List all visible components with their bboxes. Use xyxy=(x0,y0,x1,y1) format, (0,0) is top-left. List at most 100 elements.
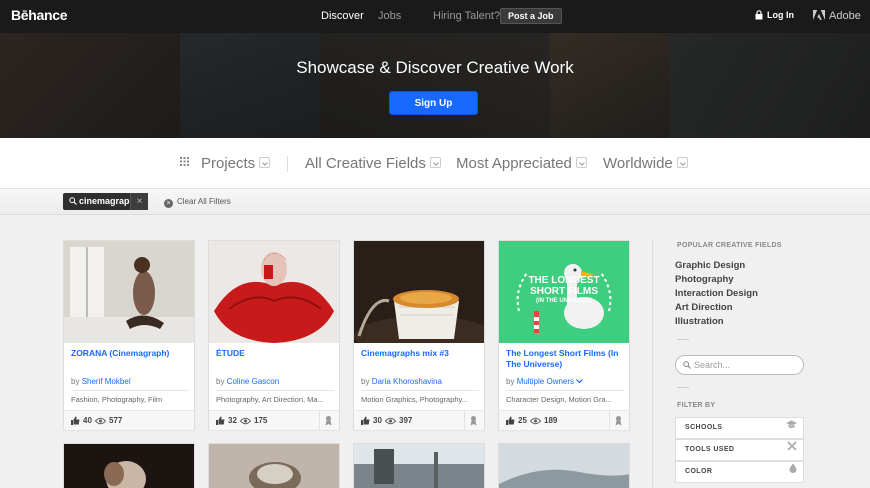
hero-banner: Showcase & Discover Creative Work Sign U… xyxy=(0,33,870,138)
signup-button[interactable]: Sign Up xyxy=(389,91,478,115)
adobe-logo-icon xyxy=(813,10,825,20)
chevron-down-icon xyxy=(576,379,584,384)
likes-count: 30 xyxy=(373,416,382,425)
views-count: 175 xyxy=(254,416,268,425)
project-stats: 25 189 xyxy=(499,410,629,430)
project-thumbnail[interactable] xyxy=(209,241,339,343)
remove-filter-button[interactable]: × xyxy=(130,193,148,210)
views-count: 397 xyxy=(399,416,413,425)
featured-badge-icon xyxy=(319,411,339,430)
project-thumbnail[interactable] xyxy=(498,443,630,488)
multiple-owners-dropdown[interactable]: Multiple Owners xyxy=(517,377,584,386)
thumb-text-line: THE LONGEST xyxy=(528,275,600,286)
graduation-cap-icon xyxy=(786,418,797,438)
likes-count: 32 xyxy=(228,416,237,425)
project-owner: by Multiple Owners xyxy=(506,377,584,386)
views-count: 577 xyxy=(109,416,123,425)
search-icon xyxy=(69,197,77,205)
project-thumbnail[interactable] xyxy=(353,443,485,488)
thumb-text-line: SHORT FILMS xyxy=(530,286,598,297)
project-thumbnail[interactable] xyxy=(208,443,340,488)
behance-logo[interactable]: Bēhance xyxy=(11,7,68,23)
post-job-button[interactable]: Post a Job xyxy=(500,8,562,24)
login-label: Log In xyxy=(767,10,794,20)
project-thumbnail[interactable] xyxy=(64,241,194,343)
nav-hiring-talent[interactable]: Hiring Talent? xyxy=(433,10,500,22)
project-thumbnail[interactable]: THE LONGEST SHORT FILMS (IN THE UNIVERSE… xyxy=(499,241,629,343)
project-card[interactable]: THE LONGEST SHORT FILMS (IN THE UNIVERSE… xyxy=(498,240,630,430)
nav-discover[interactable]: Discover xyxy=(321,10,364,22)
thumbs-up-icon xyxy=(216,416,225,425)
project-owner: by Sherif Mokbel xyxy=(71,377,131,386)
project-title[interactable]: ZORANA (Cinemagraph) xyxy=(71,348,189,359)
filter-projects[interactable]: Projects xyxy=(201,155,271,172)
likes-count: 40 xyxy=(83,416,92,425)
eye-icon xyxy=(239,417,252,425)
field-link-graphic-design[interactable]: Graphic Design xyxy=(675,260,745,271)
chevron-down-icon xyxy=(429,157,441,168)
project-fields: Photography, Art Direction, Ma... xyxy=(216,395,324,404)
project-stats: 40 577 xyxy=(64,410,194,430)
project-fields: Character Design, Motion Gra... xyxy=(506,395,612,404)
views-count: 189 xyxy=(544,416,558,425)
active-filter-label: cinemagraph xyxy=(79,196,136,206)
project-title[interactable]: The Longest Short Films (In The Universe… xyxy=(506,348,624,370)
project-fields: Fashion, Photography, Film xyxy=(71,395,163,404)
project-fields: Motion Graphics, Photography... xyxy=(361,395,468,404)
project-owner: by Daria Khoroshavina xyxy=(361,377,442,386)
thumb-text-line: (IN THE UNIVERSE) xyxy=(535,298,592,304)
login-link[interactable]: Log In xyxy=(755,10,794,20)
project-thumbnail[interactable] xyxy=(354,241,484,343)
filter-schools[interactable]: SCHOOLS xyxy=(675,417,804,439)
nav-jobs[interactable]: Jobs xyxy=(378,10,401,22)
filter-tools-used[interactable]: TOOLS USED xyxy=(675,439,804,461)
eye-icon xyxy=(384,417,397,425)
adobe-link[interactable]: Adobe xyxy=(813,10,861,22)
featured-badge-icon xyxy=(609,411,629,430)
project-stats: 30 397 xyxy=(354,410,484,430)
eye-icon xyxy=(94,417,107,425)
top-nav: Bēhance Discover Jobs Hiring Talent? Pos… xyxy=(0,0,870,33)
grid-icon xyxy=(180,157,189,166)
field-link-art-direction[interactable]: Art Direction xyxy=(675,302,733,313)
owner-link[interactable]: Daria Khoroshavina xyxy=(372,377,442,386)
likes-count: 25 xyxy=(518,416,527,425)
featured-badge-icon xyxy=(464,411,484,430)
filter-divider xyxy=(287,156,288,172)
field-link-interaction-design[interactable]: Interaction Design xyxy=(675,288,758,299)
project-title[interactable]: Cinemagraphs mix #3 xyxy=(361,348,479,359)
field-link-illustration[interactable]: Illustration xyxy=(675,316,724,327)
chevron-down-icon xyxy=(676,157,688,168)
eye-icon xyxy=(529,417,542,425)
tools-icon xyxy=(787,440,797,460)
hero-title: Showcase & Discover Creative Work xyxy=(296,58,574,77)
project-card[interactable]: ÉTUDE by Coline Gascon Photography, Art … xyxy=(208,240,340,430)
filter-color[interactable]: COLOR xyxy=(675,461,804,483)
adobe-label: Adobe xyxy=(829,10,861,22)
popular-fields-heading: POPULAR CREATIVE FIELDS xyxy=(677,242,782,249)
thumbs-up-icon xyxy=(506,416,515,425)
search-icon xyxy=(683,361,691,369)
project-card[interactable]: ZORANA (Cinemagraph) by Sherif Mokbel Fa… xyxy=(63,240,195,430)
close-icon: × xyxy=(164,199,173,208)
color-drop-icon xyxy=(789,462,797,482)
search-placeholder: Search... xyxy=(694,360,731,370)
lock-icon xyxy=(755,10,763,20)
thumbs-up-icon xyxy=(71,416,80,425)
project-thumbnail[interactable] xyxy=(63,443,195,488)
filter-location[interactable]: Worldwide xyxy=(603,155,688,172)
project-title[interactable]: ÉTUDE xyxy=(216,348,334,359)
filter-creative-fields[interactable]: All Creative Fields xyxy=(305,155,441,172)
chevron-down-icon xyxy=(259,157,271,168)
clear-all-filters[interactable]: × Clear All Filters xyxy=(164,197,231,208)
project-card[interactable]: Cinemagraphs mix #3 by Daria Khoroshavin… xyxy=(353,240,485,430)
owner-link[interactable]: Sherif Mokbel xyxy=(82,377,131,386)
field-link-photography[interactable]: Photography xyxy=(675,274,734,285)
filter-by-heading: FILTER BY xyxy=(677,402,716,409)
owner-link[interactable]: Coline Gascon xyxy=(227,377,279,386)
sidebar-search-input[interactable]: Search... xyxy=(675,355,804,375)
sidebar-divider xyxy=(652,240,653,488)
filter-sort[interactable]: Most Appreciated xyxy=(456,155,587,172)
chevron-down-icon xyxy=(575,157,587,168)
thumbs-up-icon xyxy=(361,416,370,425)
